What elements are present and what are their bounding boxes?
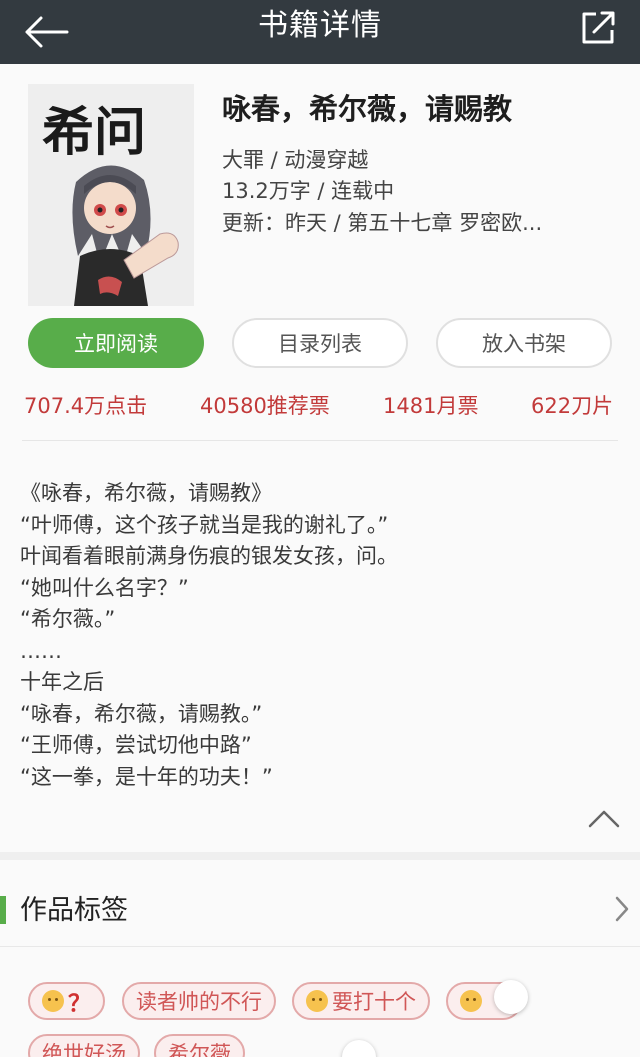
emoji-face-icon xyxy=(460,990,482,1012)
book-category: 大罪 / 动漫穿越 xyxy=(222,148,369,172)
book-word-count-status: 13.2万字 / 连载中 xyxy=(222,179,395,203)
chevron-up-icon xyxy=(588,810,620,828)
collapse-intro-button[interactable] xyxy=(586,806,622,830)
book-introduction: 《咏春，希尔薇，请赐教》 “叶师傅，这个孩子就当是我的谢礼了。” 叶闻看着眼前满… xyxy=(20,478,620,793)
tag-label: 要打十个 xyxy=(332,990,416,1014)
cover-calligraphy: 希问 xyxy=(42,102,146,163)
top-app-bar: 书籍详情 xyxy=(0,0,640,64)
page-title: 书籍详情 xyxy=(258,8,382,43)
read-now-button[interactable]: 立即阅读 xyxy=(28,318,204,368)
tag-chip[interactable]: 希尔薇 xyxy=(154,1034,245,1057)
emoji-face-icon xyxy=(42,990,64,1012)
section-separator xyxy=(0,852,640,860)
divider xyxy=(22,440,618,441)
intro-line: “希尔薇。” xyxy=(20,607,116,631)
intro-line: “她叫什么名字？” xyxy=(20,575,189,600)
table-of-contents-button[interactable]: 目录列表 xyxy=(232,318,408,368)
book-cover[interactable]: 希问 xyxy=(28,84,194,306)
tag-chip[interactable]: 绝世好汤 xyxy=(28,1034,140,1057)
tags-section-title: 作品标签 xyxy=(20,895,128,926)
tag-chip[interactable]: ？ xyxy=(28,982,105,1020)
blade-count: 622刀片 xyxy=(531,394,614,418)
intro-line: 《咏春，希尔薇，请赐教》 xyxy=(20,481,272,505)
tag-label: ？ xyxy=(68,991,91,1017)
add-to-shelf-button[interactable]: 放入书架 xyxy=(436,318,612,368)
book-detail-page: 书籍详情 希问 咏春，希尔薇，请赐教 大罪 / 动漫穿越 13.2万字 / 连载… xyxy=(0,0,640,1057)
book-latest-update[interactable]: 更新：昨天 / 第五十七章 罗密欧... xyxy=(222,207,582,237)
tag-label: 绝世好汤 xyxy=(42,1042,126,1057)
tags-section-header[interactable]: 作品标签 xyxy=(0,872,640,946)
chevron-right-icon xyxy=(615,896,629,922)
floating-touch-indicator xyxy=(342,1040,376,1057)
share-button[interactable] xyxy=(574,4,622,52)
cover-illustration: 希问 xyxy=(28,84,194,306)
intro-line: 十年之后 xyxy=(20,670,104,694)
section-accent-bar xyxy=(0,896,6,924)
floating-touch-indicator xyxy=(494,980,528,1014)
share-icon xyxy=(582,11,615,44)
intro-line: “这一拳，是十年的功夫！” xyxy=(20,764,273,789)
emoji-face-icon xyxy=(306,990,328,1012)
tag-label: 希尔薇 xyxy=(168,1042,231,1057)
intro-line: “叶师傅，这个孩子就当是我的谢礼了。” xyxy=(20,512,389,537)
tag-chip[interactable]: 要打十个 xyxy=(292,982,430,1020)
tag-chip[interactable]: 读者帅的不行 xyxy=(122,982,276,1020)
monthly-votes: 1481月票 xyxy=(383,394,479,418)
divider xyxy=(0,946,640,947)
book-title: 咏春，希尔薇，请赐教 xyxy=(222,92,513,126)
click-count: 707.4万点击 xyxy=(24,394,148,418)
tag-label: 读者帅的不行 xyxy=(136,990,262,1014)
intro-line: “王师傅，尝试切他中路” xyxy=(20,733,252,757)
recommend-votes: 40580推荐票 xyxy=(200,394,330,418)
intro-line: 叶闻看着眼前满身伤痕的银发女孩，问。 xyxy=(20,544,398,568)
intro-line: …… xyxy=(20,638,62,663)
intro-line: “咏春，希尔薇，请赐教。” xyxy=(20,701,263,726)
